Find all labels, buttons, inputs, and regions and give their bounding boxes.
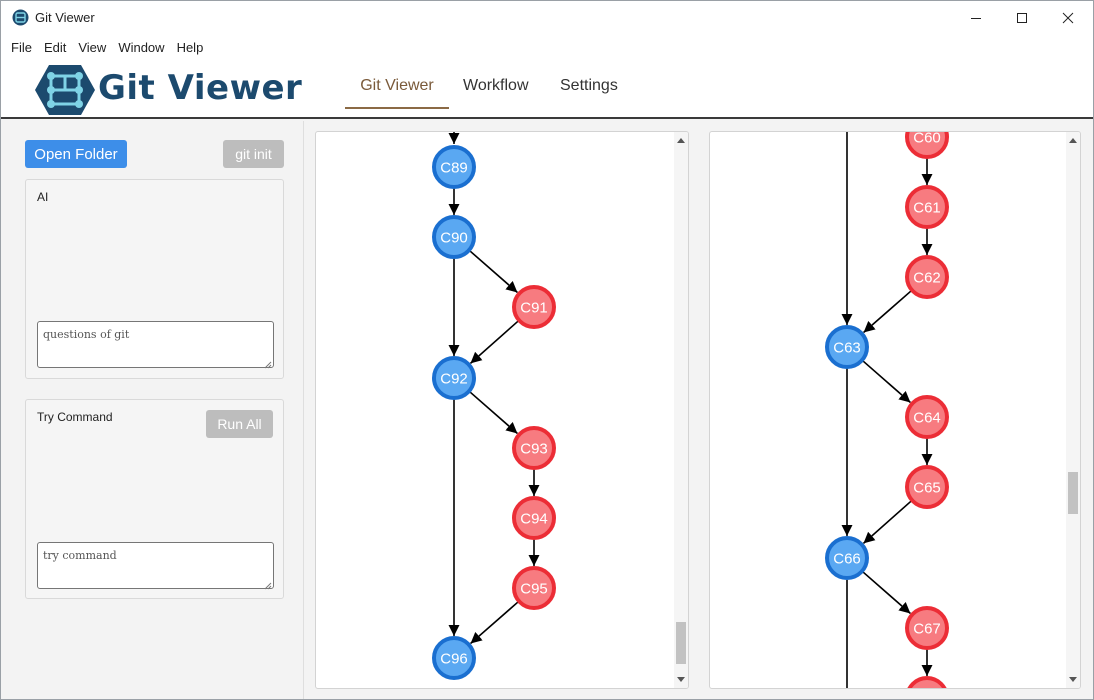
commit-node[interactable]: C93 bbox=[512, 426, 556, 470]
tab-git-viewer[interactable]: Git Viewer bbox=[345, 77, 449, 109]
scrollbar-left[interactable] bbox=[674, 132, 688, 688]
command-input[interactable]: try command bbox=[37, 542, 274, 589]
scroll-up-icon[interactable] bbox=[677, 138, 685, 143]
scroll-thumb[interactable] bbox=[1068, 472, 1078, 514]
commit-label: C64 bbox=[913, 410, 941, 427]
ai-question-input[interactable]: questions of git bbox=[37, 321, 274, 368]
sidebar: Open Folder git init AI questions of git… bbox=[1, 121, 304, 699]
app-logo-icon bbox=[12, 9, 29, 26]
minimize-button[interactable] bbox=[953, 1, 999, 35]
commit-node[interactable]: C95 bbox=[512, 566, 556, 610]
commit-node[interactable]: C89 bbox=[432, 145, 476, 189]
graph-edge bbox=[469, 320, 519, 364]
try-command-panel: Try Command Run All try command bbox=[25, 399, 284, 599]
scroll-down-icon[interactable] bbox=[677, 677, 685, 682]
menu-edit[interactable]: Edit bbox=[38, 35, 72, 59]
commit-node[interactable]: C68 bbox=[907, 676, 947, 688]
tab-settings[interactable]: Settings bbox=[560, 77, 618, 95]
tab-workflow[interactable]: Workflow bbox=[463, 77, 529, 95]
ai-panel-label: AI bbox=[37, 190, 49, 204]
commit-graph-right-canvas: C60 C61 C62 C63 C64 C65 C66 C67 C68 bbox=[825, 132, 949, 688]
commit-node[interactable]: C91 bbox=[512, 285, 556, 329]
commit-label: C60 bbox=[913, 132, 941, 147]
graph-edge bbox=[862, 571, 911, 615]
commit-graph-left-canvas: C89 C90 C91 C92 C93 C94 C95 C96 bbox=[432, 132, 556, 680]
graph-edge bbox=[862, 500, 912, 544]
commit-label: C93 bbox=[520, 441, 548, 458]
try-command-label: Try Command bbox=[37, 410, 113, 424]
open-folder-button[interactable]: Open Folder bbox=[25, 140, 127, 168]
menu-help[interactable]: Help bbox=[171, 35, 210, 59]
commit-node[interactable]: C66 bbox=[825, 536, 869, 580]
menu-bar: File Edit View Window Help bbox=[1, 35, 1093, 59]
graph-edge bbox=[863, 290, 912, 334]
menu-window[interactable]: Window bbox=[112, 35, 170, 59]
scroll-thumb[interactable] bbox=[676, 622, 686, 664]
run-all-button[interactable]: Run All bbox=[206, 410, 273, 438]
menu-view[interactable]: View bbox=[72, 35, 112, 59]
commit-node[interactable]: C92 bbox=[432, 356, 476, 400]
scroll-down-icon[interactable] bbox=[1069, 677, 1077, 682]
commit-label: C95 bbox=[520, 581, 548, 598]
commit-label: C66 bbox=[833, 551, 861, 568]
commit-label: C96 bbox=[440, 651, 468, 668]
commit-label: C91 bbox=[520, 300, 548, 317]
minimize-icon bbox=[971, 18, 981, 19]
window-title: Git Viewer bbox=[35, 10, 95, 25]
commit-label: C90 bbox=[440, 230, 468, 247]
commit-label: C61 bbox=[913, 200, 941, 217]
commit-node[interactable]: C65 bbox=[905, 465, 949, 509]
menu-file[interactable]: File bbox=[5, 35, 38, 59]
commit-label: C62 bbox=[913, 270, 941, 287]
commit-label: C65 bbox=[913, 480, 941, 497]
maximize-icon bbox=[1017, 13, 1027, 23]
commit-node[interactable]: C94 bbox=[512, 496, 556, 540]
git-init-button[interactable]: git init bbox=[223, 140, 284, 168]
commit-node[interactable]: C96 bbox=[432, 636, 476, 680]
commit-node[interactable]: C90 bbox=[432, 215, 476, 259]
graph-edge bbox=[469, 250, 518, 294]
commit-node[interactable]: C62 bbox=[905, 255, 949, 299]
scroll-up-icon[interactable] bbox=[1069, 138, 1077, 143]
ai-panel: AI questions of git bbox=[25, 179, 284, 379]
commit-graph-left[interactable]: C89 C90 C91 C92 C93 C94 C95 C96 bbox=[315, 131, 689, 689]
scrollbar-right[interactable] bbox=[1066, 132, 1080, 688]
graph-edge bbox=[862, 360, 911, 404]
commit-node[interactable]: C64 bbox=[905, 395, 949, 439]
resize-grip-icon[interactable] bbox=[264, 361, 272, 369]
commit-label: C63 bbox=[833, 340, 861, 357]
git-viewer-logo-icon bbox=[35, 65, 95, 115]
commit-node[interactable]: C61 bbox=[905, 185, 949, 229]
graph-edge bbox=[470, 601, 519, 645]
close-button[interactable] bbox=[1045, 1, 1091, 35]
app-window: Git Viewer File Edit View Window Help Gi… bbox=[0, 0, 1094, 700]
title-bar: Git Viewer bbox=[1, 1, 1093, 35]
commit-label: C67 bbox=[913, 621, 941, 638]
commit-graph-right[interactable]: C60 C61 C62 C63 C64 C65 C66 C67 C68 bbox=[709, 131, 1081, 689]
commit-node[interactable]: C67 bbox=[905, 606, 949, 650]
close-icon bbox=[1062, 12, 1074, 24]
commit-label: C92 bbox=[440, 371, 468, 388]
commit-node[interactable]: C60 bbox=[905, 132, 949, 159]
commit-label: C94 bbox=[520, 511, 548, 528]
app-header: Git Viewer Git Viewer Workflow Settings bbox=[1, 59, 1093, 119]
graph-edge bbox=[469, 391, 518, 435]
resize-grip-icon[interactable] bbox=[264, 582, 272, 590]
brand-title: Git Viewer bbox=[98, 68, 303, 108]
commit-node[interactable]: C63 bbox=[825, 325, 869, 369]
commit-label: C89 bbox=[440, 160, 468, 177]
maximize-button[interactable] bbox=[999, 1, 1045, 35]
